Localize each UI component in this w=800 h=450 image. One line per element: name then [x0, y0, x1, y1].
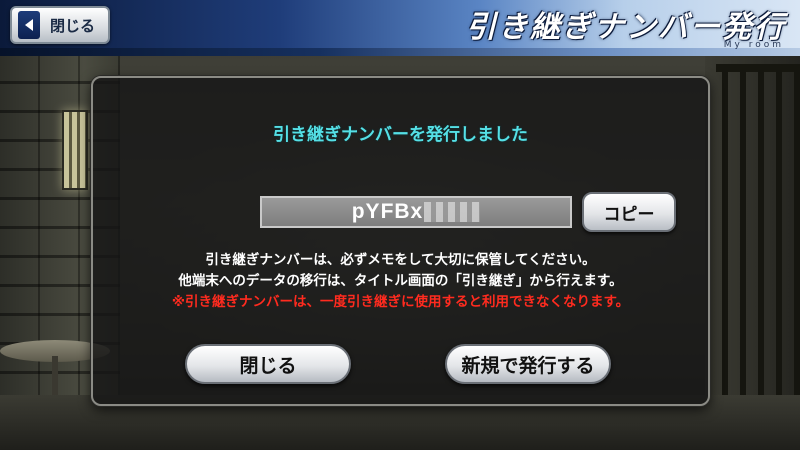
transfer-code-text: pYFBx [351, 200, 424, 223]
copy-button[interactable]: コピー [582, 192, 676, 232]
warning-message: ※引き継ぎナンバーは、一度引き継ぎに使用すると利用できなくなります。 [171, 294, 630, 310]
reissue-button[interactable]: 新規で発行する [445, 344, 611, 384]
header-bar: 閉じる 引き継ぎナンバー発行 My room [0, 0, 800, 56]
back-button-label: 閉じる [50, 16, 96, 35]
back-button[interactable]: 閉じる [10, 6, 110, 44]
header-stripe [0, 48, 800, 56]
dialog-title: 引き継ぎナンバーを発行しました [273, 125, 528, 145]
cell-bars [722, 70, 800, 400]
transfer-number-dialog: 引き継ぎナンバーを発行しました pYFBx コピー 引き継ぎナンバーは、必ずメモ… [91, 76, 710, 406]
page-subtitle: My room [723, 40, 784, 50]
transfer-code-field[interactable]: pYFBx [260, 196, 572, 228]
info-message: 引き継ぎナンバーは、必ずメモをして大切に保管してください。 [205, 252, 596, 268]
barred-window [62, 110, 88, 190]
back-arrow-icon [18, 11, 40, 39]
info-message: 他端末へのデータの移行は、タイトル画面の「引き継ぎ」から行えます。 [178, 273, 623, 289]
code-redaction-mask [424, 202, 481, 222]
close-button[interactable]: 閉じる [185, 344, 351, 384]
